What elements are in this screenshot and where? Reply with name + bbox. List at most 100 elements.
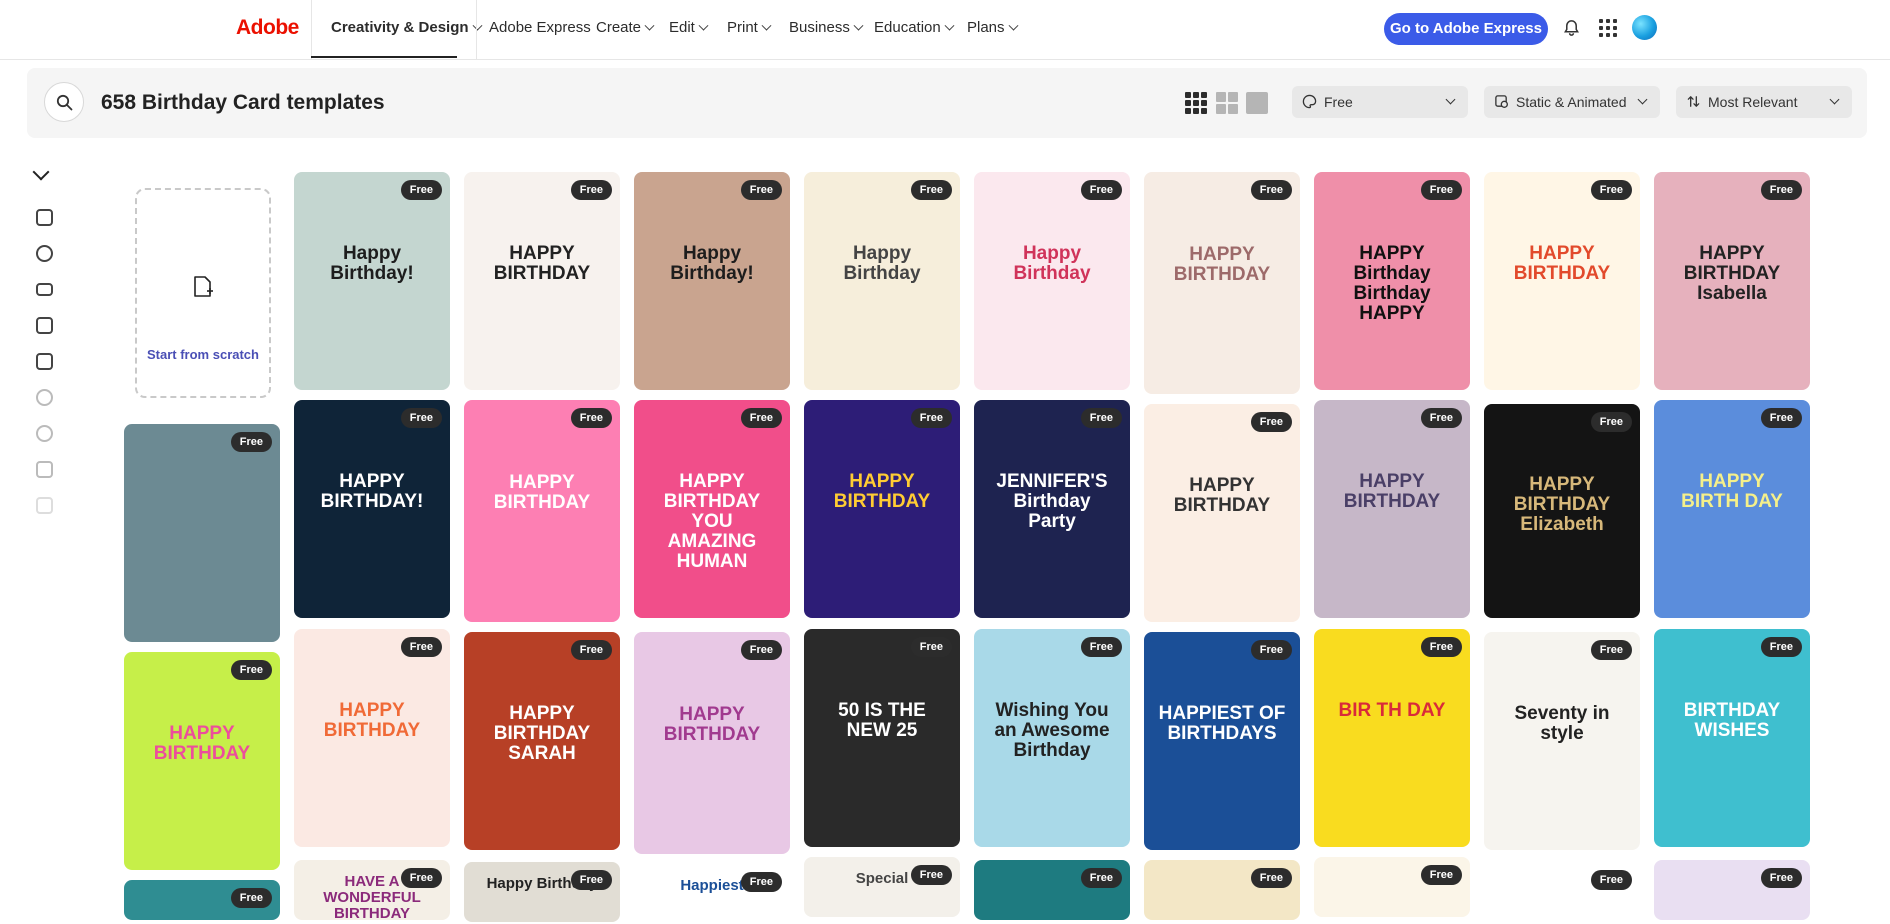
grid-large-view-icon[interactable] — [1185, 92, 1207, 114]
template-card-title: HAPPY BIRTHDAY — [323, 700, 421, 741]
template-card[interactable]: HAPPY BIRTH DAY Free — [1654, 400, 1810, 618]
nav-item-plans[interactable]: Plans — [967, 19, 1018, 36]
free-badge: Free — [1420, 408, 1462, 428]
free-badge: Free — [1420, 180, 1462, 200]
template-card[interactable]: BIR TH DAY Free — [1314, 629, 1470, 847]
type-filter-dropdown[interactable]: Static & Animated — [1484, 86, 1660, 118]
template-card[interactable]: Happy Birthday Free — [804, 172, 960, 390]
template-card[interactable]: HAPPY BIRTHDAY Free — [634, 632, 790, 854]
collapse-rail-chevron-icon[interactable] — [32, 163, 50, 181]
search-templates-icon[interactable] — [36, 209, 53, 226]
go-to-adobe-express-button[interactable]: Go to Adobe Express — [1384, 13, 1548, 45]
palette-icon[interactable] — [36, 245, 53, 262]
template-card[interactable]: Special Free — [804, 857, 960, 917]
template-card[interactable]: HAPPY BIRTHDAY Isabella Free — [1654, 172, 1810, 390]
template-card[interactable]: HAPPY BIRTHDAY Free — [804, 400, 960, 618]
free-badge: Free — [230, 888, 272, 908]
grid-medium-view-icon[interactable] — [1216, 92, 1238, 114]
template-card[interactable]: HAPPY BIRTHDAY Elizabeth Free — [1484, 404, 1640, 618]
price-filter-dropdown[interactable]: Free — [1292, 86, 1468, 118]
template-card[interactable]: HAPPY BIRTHDAY Free — [294, 629, 450, 847]
template-card[interactable]: Seventy in style Free — [1484, 632, 1640, 850]
free-badge: Free — [230, 432, 272, 452]
free-badge: Free — [570, 870, 612, 890]
template-card[interactable]: Wishing You an Awesome Birthday Free — [974, 629, 1130, 847]
template-card[interactable]: HAPPIEST OF BIRTHDAYS Free — [1144, 632, 1300, 850]
facebook-icon[interactable] — [36, 389, 53, 406]
start-from-scratch-card[interactable]: Start from scratch — [135, 188, 271, 398]
template-card[interactable]: HAPPY BIRTHDAY Free — [464, 400, 620, 622]
template-card[interactable]: JENNIFER'S Birthday Party Free — [974, 400, 1130, 618]
nav-item-label: Education — [874, 19, 941, 36]
free-badge: Free — [1080, 637, 1122, 657]
template-card[interactable]: Free — [1654, 860, 1810, 920]
template-card[interactable]: Happy Birthday Free — [974, 172, 1130, 390]
template-card[interactable]: Free — [1314, 857, 1470, 917]
template-card[interactable]: HAPPY BIRTHDAY Free — [124, 652, 280, 870]
template-card[interactable]: Free — [974, 860, 1130, 920]
sort-dropdown[interactable]: Most Relevant — [1676, 86, 1852, 118]
template-card-title: HAPPY BIRTH DAY — [1681, 471, 1783, 512]
template-card[interactable]: Happy Birthday! Free — [294, 172, 450, 390]
template-card-title: Happy Birthday! — [330, 243, 414, 284]
template-card[interactable]: BIRTHDAY WISHES Free — [1654, 629, 1810, 847]
template-card[interactable]: HAPPY BIRTHDAY Free — [1314, 400, 1470, 618]
price-filter-value: Free — [1324, 94, 1353, 110]
avatar[interactable] — [1632, 15, 1657, 40]
nav-item-label: Edit — [669, 19, 695, 36]
palette-icon — [1302, 94, 1317, 109]
template-card[interactable]: Free — [1484, 862, 1640, 922]
template-card[interactable]: HAPPY BIRTHDAY Free — [1144, 404, 1300, 622]
free-badge: Free — [1420, 865, 1462, 885]
profile-icon[interactable] — [36, 461, 53, 478]
nav-item-print[interactable]: Print — [727, 19, 772, 36]
template-card[interactable]: HAPPY BIRTHDAY Free — [1484, 172, 1640, 390]
template-card[interactable]: HAPPY BIRTHDAY Free — [464, 172, 620, 390]
template-card[interactable]: 50 IS THE NEW 25 Free — [804, 629, 960, 847]
free-badge: Free — [740, 408, 782, 428]
nav-item-education[interactable]: Education — [874, 19, 955, 36]
template-card[interactable]: HAPPY Birthday Birthday HAPPY Free — [1314, 172, 1470, 390]
template-card[interactable]: Free — [1144, 860, 1300, 920]
free-badge: Free — [1760, 637, 1802, 657]
nav-item-creativity-design[interactable]: Creativity & Design — [331, 19, 482, 36]
sort-icon — [1687, 96, 1700, 107]
free-badge: Free — [400, 868, 442, 888]
single-view-icon[interactable] — [1246, 92, 1268, 114]
nav-item-edit[interactable]: Edit — [669, 19, 709, 36]
apps-grid-icon[interactable] — [1599, 19, 1617, 37]
template-card[interactable]: Happy Birthday! Free — [634, 172, 790, 390]
template-card[interactable]: HAPPY BIRTHDAY SARAH Free — [464, 632, 620, 850]
template-card[interactable]: Free — [124, 424, 280, 642]
nav-active-indicator — [311, 56, 457, 58]
free-badge: Free — [1080, 408, 1122, 428]
template-card[interactable]: Happiest Free — [634, 864, 790, 924]
template-card[interactable]: Free — [124, 880, 280, 920]
template-card[interactable]: HAPPY BIRTHDAY! Free — [294, 400, 450, 618]
free-badge: Free — [400, 408, 442, 428]
facebook-icon[interactable] — [36, 425, 53, 442]
chevron-down-icon — [644, 20, 655, 31]
free-badge: Free — [1590, 180, 1632, 200]
photo-icon[interactable] — [36, 353, 53, 370]
nav-item-create[interactable]: Create — [596, 19, 655, 36]
template-card-title: HAPPY BIRTHDAY — [493, 243, 591, 284]
bell-icon[interactable] — [1563, 19, 1580, 37]
template-card[interactable]: Happy Birthday Free — [464, 862, 620, 922]
template-card[interactable]: HAVE A WONDERFUL BIRTHDAY Free — [294, 860, 450, 920]
free-badge: Free — [1250, 180, 1292, 200]
chevron-down-icon — [944, 20, 955, 31]
adobe-logo[interactable]: Adobe — [236, 16, 299, 40]
template-card[interactable]: HAPPY BIRTHDAY Free — [1144, 172, 1300, 394]
layers-icon[interactable] — [36, 317, 53, 334]
template-card-title: HAPPY BIRTHDAY — [1513, 243, 1611, 284]
ticket-icon[interactable] — [36, 283, 53, 296]
nav-item-business[interactable]: Business — [789, 19, 864, 36]
nav-item-adobe-express[interactable]: Adobe Express — [489, 19, 591, 36]
chevron-down-icon — [472, 20, 482, 31]
free-badge: Free — [1250, 640, 1292, 660]
search-button[interactable] — [44, 82, 84, 122]
badge-icon[interactable] — [36, 497, 53, 514]
free-badge: Free — [400, 637, 442, 657]
template-card[interactable]: HAPPY BIRTHDAY YOU AMAZING HUMAN Free — [634, 400, 790, 618]
